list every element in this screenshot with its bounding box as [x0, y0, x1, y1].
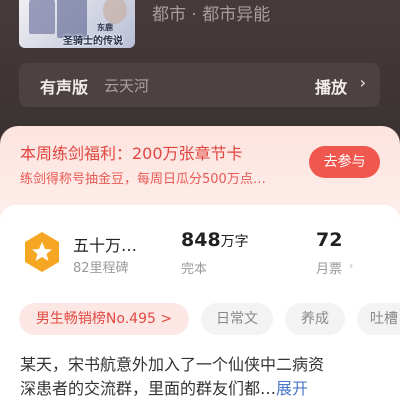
monthly-ticket-label: 月票 — [316, 262, 343, 277]
bestseller-rank-tag[interactable]: 男生畅销榜No.495 > — [19, 303, 189, 335]
audio-version-bar[interactable]: 有声版 云天河 播放 › — [19, 63, 380, 107]
cover-figure — [29, 0, 55, 34]
milestone-name[interactable]: 五十万… — [73, 232, 137, 256]
word-count-value: 848 — [181, 229, 221, 251]
genre-tag[interactable]: 日常文 — [201, 303, 273, 335]
word-count: 848万字 — [181, 229, 249, 251]
audio-label: 有声版 — [40, 78, 89, 97]
book-cover[interactable]: 东鹿 圣骑士的传说 — [19, 0, 135, 48]
audio-narrator: 云天河 — [104, 77, 150, 95]
word-count-unit: 万字 — [220, 234, 249, 250]
book-category[interactable]: 都市 · 都市异能 — [152, 0, 270, 25]
chevron-right-icon: › — [359, 73, 366, 92]
monthly-ticket-count[interactable]: 72 — [316, 229, 342, 251]
cover-figure — [103, 0, 127, 24]
book-header: 东鹿 圣骑士的传说 都市 · 都市异能 有声版 云天河 播放 › — [0, 0, 400, 135]
genre-tag[interactable]: 养成 — [285, 303, 345, 335]
synopsis-line-2: 深患者的交流群，里面的群友们都…展开 — [20, 377, 380, 400]
synopsis-text: 深患者的交流群，里面的群友们都… — [20, 379, 277, 398]
expand-link[interactable]: 展开 — [276, 379, 308, 398]
completion-status: 完本 — [181, 262, 208, 277]
book-info-card: 五十万… 82里程碑 848万字 完本 72 月票 › 男生畅销榜No.495 … — [0, 205, 400, 400]
promo-title: 本周练剑福利：200万张章节卡 — [20, 144, 243, 163]
star-badge-icon — [25, 232, 59, 272]
play-button[interactable]: 播放 — [315, 74, 347, 98]
genre-tag[interactable]: 吐槽 — [357, 303, 400, 335]
book-synopsis[interactable]: 某天，宋书航意外加入了一个仙侠中二病资 深患者的交流群，里面的群友们都…展开 — [20, 353, 380, 400]
join-button[interactable]: 去参与 — [309, 146, 380, 178]
milestone-sub: 82里程碑 — [73, 261, 129, 276]
promo-description: 练剑得称号抽金豆，每周日瓜分500万点… — [20, 172, 266, 187]
chevron-right-icon: › — [349, 259, 354, 272]
synopsis-line: 某天，宋书航意外加入了一个仙侠中二病资 — [20, 355, 325, 374]
cover-title: 圣骑士的传说 — [63, 36, 123, 47]
